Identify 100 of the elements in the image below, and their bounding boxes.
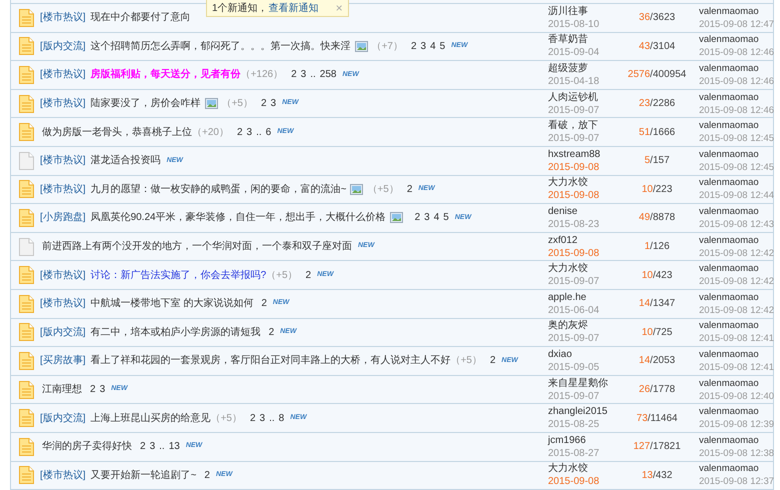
author-link[interactable]: denise — [548, 204, 615, 218]
thread-title-link[interactable]: 又要开始新一轮追剧了~ — [90, 468, 196, 483]
reply-bonus-text: （+7） — [372, 40, 403, 54]
last-poster-link[interactable]: valenmaomao — [699, 33, 774, 46]
category-link[interactable]: [楼市热议] — [40, 468, 86, 483]
thread-title-link[interactable]: 中航城一楼带地下室 的大家说说如何 — [90, 296, 254, 312]
category-link[interactable]: [版内交流] — [40, 38, 86, 54]
last-poster-link[interactable]: valenmaomao — [699, 176, 774, 190]
author-link[interactable]: 香草奶昔 — [548, 33, 615, 46]
thread-title-link[interactable]: 讨论：新广告法实施了，你会去举报吗? — [90, 268, 266, 283]
author-link[interactable]: 沥川往事 — [548, 4, 615, 18]
last-poster-link[interactable]: valenmaomao — [699, 434, 774, 447]
last-poster-link[interactable]: valenmaomao — [699, 405, 774, 418]
category-link[interactable]: [楼市热议] — [40, 67, 86, 82]
page-link[interactable]: 3 — [150, 439, 156, 454]
page-link[interactable]: .. — [269, 410, 275, 426]
last-poster-link[interactable]: valenmaomao — [699, 148, 774, 161]
last-poster-link[interactable]: valenmaomao — [699, 204, 774, 218]
last-poster-link[interactable]: valenmaomao — [699, 234, 774, 247]
last-poster-link[interactable]: valenmaomao — [699, 290, 774, 304]
author-link[interactable]: 看破，放下 — [548, 119, 615, 132]
page-link[interactable]: 2 — [204, 468, 210, 483]
category-link[interactable]: [买房故事] — [40, 353, 86, 368]
page-link[interactable]: 2 — [306, 268, 312, 283]
page-link[interactable]: 258 — [320, 67, 336, 82]
thread-title-link[interactable]: 九月的愿望：做一枚安静的咸鸭蛋，闲的要命，富的流油~ — [90, 182, 346, 197]
page-link[interactable]: 2 — [140, 439, 146, 454]
author-link[interactable]: 大力水饺 — [548, 176, 615, 190]
thread-title-link[interactable]: 前进西路上有两个没开发的地方，一个华润对面，一个泰和双子座对面 — [42, 239, 352, 254]
view-notifications-link[interactable]: 查看新通知 — [268, 0, 319, 16]
thread-title-link[interactable]: 华润的房子卖得好快 — [42, 439, 132, 454]
category-link[interactable]: [楼市热议] — [40, 96, 86, 112]
last-poster-link[interactable]: valenmaomao — [699, 62, 774, 75]
page-link[interactable]: 2 — [410, 38, 417, 54]
page-link[interactable]: .. — [310, 67, 316, 82]
thread-title-link[interactable]: 陆家要没了，房价会咋样 — [90, 96, 201, 112]
last-poster-link[interactable]: valenmaomao — [699, 376, 774, 390]
page-link[interactable]: 2 — [414, 210, 420, 226]
author-link[interactable]: hxstream88 — [548, 148, 615, 161]
page-link[interactable]: 2 — [291, 67, 297, 82]
category-link[interactable]: [版内交流] — [40, 410, 86, 426]
page-link[interactable]: 2 — [236, 124, 243, 140]
author-link[interactable]: dxiao — [548, 348, 615, 361]
author-link[interactable]: zxf012 — [548, 234, 615, 247]
page-link[interactable]: 2 — [261, 296, 267, 312]
page-link[interactable]: 2 — [90, 382, 96, 398]
author-link[interactable]: 来自星星鹅你 — [548, 376, 615, 390]
last-poster-link[interactable]: valenmaomao — [699, 262, 774, 276]
category-link[interactable]: [楼市热议] — [40, 296, 86, 312]
thread-title-link[interactable]: 现在中介都要付了意向 — [90, 10, 191, 26]
author-link[interactable]: zhanglei2015 — [548, 405, 615, 418]
category-link[interactable]: [楼市热议] — [40, 182, 86, 197]
thread-title-link[interactable]: 凤凰英伦90.24平米，豪华装修，自住一年，想出手，大概什么价格 — [90, 210, 386, 226]
page-link[interactable]: 3 — [424, 210, 430, 226]
author-link[interactable]: jcm1966 — [548, 434, 615, 447]
last-post-time: 2015-09-08 12:45 — [699, 160, 774, 174]
page-link[interactable]: 5 — [443, 210, 449, 226]
thread-title-link[interactable]: 上海上班昆山买房的给意见 — [90, 410, 211, 426]
author-link[interactable]: 大力水饺 — [548, 462, 615, 476]
category-link[interactable]: [楼市热议] — [40, 153, 86, 168]
thread-title-link[interactable]: 这个招聘简历怎么弄啊，郁闷死了。。。第一次搞。快来淫 — [90, 38, 351, 54]
author-link[interactable]: 奥的灰烬 — [548, 319, 615, 332]
page-link[interactable]: 3 — [270, 96, 276, 112]
page-link[interactable]: 2 — [406, 182, 412, 197]
thread-title-link[interactable]: 看上了祥和花园的一套景观房，客厅阳台正对同丰路上的大桥，有人说对主人不好 — [90, 353, 451, 368]
last-poster-link[interactable]: valenmaomao — [699, 119, 774, 132]
page-link[interactable]: 3 — [420, 38, 426, 54]
last-poster-link[interactable]: valenmaomao — [699, 348, 774, 361]
page-link[interactable]: 3 — [260, 410, 266, 426]
thread-title-link[interactable]: 有二中，培本或柏庐小学房源的请短我 — [90, 324, 261, 340]
category-link[interactable]: [小房跑盘] — [40, 210, 86, 226]
author-link[interactable]: 大力水饺 — [548, 262, 615, 276]
page-link[interactable]: .. — [159, 439, 165, 454]
page-link[interactable]: 6 — [266, 124, 272, 140]
page-link[interactable]: .. — [256, 124, 262, 140]
page-link[interactable]: 13 — [168, 439, 180, 454]
author-link[interactable]: 超级菠萝 — [548, 62, 615, 75]
page-link[interactable]: 2 — [490, 353, 496, 368]
last-poster-link[interactable]: valenmaomao — [699, 90, 774, 104]
page-link[interactable]: 2 — [268, 324, 274, 340]
last-poster-link[interactable]: valenmaomao — [699, 319, 774, 332]
page-link[interactable]: 2 — [250, 410, 256, 426]
page-link[interactable]: 2 — [260, 96, 267, 112]
author-link[interactable]: apple.he — [548, 290, 615, 304]
thread-title-link[interactable]: 湛龙适合投资吗 — [90, 153, 161, 168]
page-link[interactable]: 3 — [246, 124, 252, 140]
last-poster-link[interactable]: valenmaomao — [699, 462, 774, 476]
thread-title-link[interactable]: 江南理想 — [42, 382, 82, 398]
category-link[interactable]: [楼市热议] — [40, 10, 86, 26]
author-link[interactable]: 人肉运钞机 — [548, 90, 615, 104]
thread-title-link[interactable]: 做为房版一老骨头，恭喜桃子上位 — [42, 124, 192, 140]
page-link[interactable]: 8 — [278, 410, 284, 426]
page-link[interactable]: 5 — [440, 38, 446, 54]
page-link[interactable]: 3 — [100, 382, 106, 398]
category-link[interactable]: [楼市热议] — [40, 268, 86, 283]
page-link[interactable]: 4 — [434, 210, 440, 226]
last-poster-link[interactable]: valenmaomao — [699, 4, 774, 18]
page-link[interactable]: 3 — [300, 67, 306, 82]
page-link[interactable]: 4 — [430, 38, 436, 54]
category-link[interactable]: [版内交流] — [40, 324, 86, 340]
